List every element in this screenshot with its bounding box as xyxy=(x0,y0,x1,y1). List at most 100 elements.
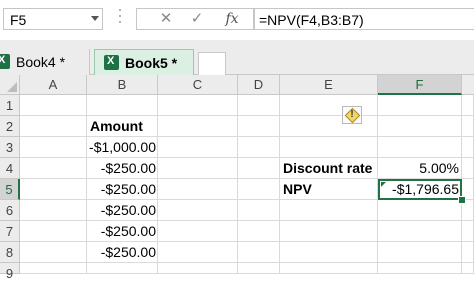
grid-cell[interactable] xyxy=(20,221,87,242)
row-header-7[interactable]: 7 xyxy=(0,221,20,242)
grid-cell[interactable] xyxy=(158,95,238,116)
grid-cell[interactable] xyxy=(238,95,280,116)
column-header-d[interactable]: D xyxy=(238,75,280,95)
row-header-1[interactable]: 1 xyxy=(0,95,20,116)
cell-b3[interactable]: -$1,000.00 xyxy=(88,137,156,158)
grid-cell[interactable] xyxy=(378,200,462,221)
grid-cell[interactable] xyxy=(238,200,280,221)
cell-f4[interactable]: 5.00% xyxy=(379,158,459,179)
grid-cell[interactable] xyxy=(280,95,378,116)
row-header-2[interactable]: 2 xyxy=(0,116,20,137)
cell-b8[interactable]: -$250.00 xyxy=(88,242,156,263)
grid-cell[interactable] xyxy=(238,242,280,263)
grid-cell[interactable] xyxy=(462,221,474,242)
excel-icon xyxy=(104,55,119,70)
new-tab-button[interactable] xyxy=(198,52,226,75)
cell-b7[interactable]: -$250.00 xyxy=(88,221,156,242)
cell-b5[interactable]: -$250.00 xyxy=(88,179,156,200)
grid-cell[interactable] xyxy=(378,242,462,263)
grid-cell[interactable] xyxy=(238,116,280,137)
formula-bar-splitter[interactable] xyxy=(118,9,122,29)
grid-cell[interactable] xyxy=(158,137,238,158)
grid-cell[interactable] xyxy=(87,95,158,116)
grid-cell[interactable] xyxy=(20,242,87,263)
grid-cell[interactable] xyxy=(462,242,474,263)
row-header-8[interactable]: 8 xyxy=(0,242,20,263)
column-header-b[interactable]: B xyxy=(87,75,158,95)
grid-cell[interactable] xyxy=(238,221,280,242)
cancel-icon[interactable]: ✕ xyxy=(151,9,181,29)
formula-buttons: ✕ ✓ fx xyxy=(136,8,254,30)
grid-cell[interactable] xyxy=(20,263,87,274)
grid-cell[interactable] xyxy=(20,116,87,137)
cell-f5[interactable]: -$1,796.65 xyxy=(380,179,459,200)
grid-cell[interactable] xyxy=(280,200,378,221)
grid-cell[interactable] xyxy=(378,137,462,158)
cell-e4[interactable]: Discount rate xyxy=(283,158,372,179)
grid-cell[interactable] xyxy=(238,263,280,274)
grid-cell[interactable] xyxy=(20,158,87,179)
grid-cell[interactable] xyxy=(462,137,474,158)
row-header-5[interactable]: 5 xyxy=(0,179,20,200)
formula-input[interactable]: =NPV(F4,B3:B7) xyxy=(254,8,474,30)
enter-check-icon[interactable]: ✓ xyxy=(182,9,212,29)
grid-cell[interactable] xyxy=(20,95,87,116)
cell-b4[interactable]: -$250.00 xyxy=(88,158,156,179)
select-all-button[interactable] xyxy=(0,75,20,95)
column-header-f[interactable]: F xyxy=(378,75,462,95)
tab-label: Book5 * xyxy=(125,55,178,71)
grid-cell[interactable] xyxy=(280,263,378,274)
row-header-9[interactable]: 9 xyxy=(0,263,20,281)
workbook-tab-strip: Book4 * Book5 * xyxy=(0,40,474,75)
grid-cell[interactable] xyxy=(158,116,238,137)
tab-label: Book4 * xyxy=(16,54,66,70)
row-header-6[interactable]: 6 xyxy=(0,200,20,221)
grid-cell[interactable] xyxy=(20,137,87,158)
grid-cell[interactable] xyxy=(280,221,378,242)
grid-cell[interactable] xyxy=(462,158,474,179)
formula-text: =NPV(F4,B3:B7) xyxy=(259,12,364,28)
tab-book4[interactable]: Book4 * xyxy=(0,49,90,75)
grid-cell[interactable] xyxy=(158,242,238,263)
formula-bar: F5 ✕ ✓ fx =NPV(F4,B3:B7) xyxy=(0,0,474,41)
row-header-3[interactable]: 3 xyxy=(0,137,20,158)
grid-cell[interactable] xyxy=(158,200,238,221)
grid-cell[interactable] xyxy=(280,137,378,158)
grid-cell[interactable] xyxy=(462,116,474,137)
excel-icon xyxy=(0,54,10,69)
warning-icon[interactable]: ! xyxy=(342,106,362,124)
column-header-c[interactable]: C xyxy=(158,75,238,95)
column-header-g[interactable] xyxy=(462,75,474,95)
chevron-down-icon[interactable] xyxy=(91,16,99,21)
grid-cell[interactable] xyxy=(378,263,462,274)
grid-cell[interactable] xyxy=(280,242,378,263)
grid-cell[interactable] xyxy=(20,179,87,200)
column-header-e[interactable]: E xyxy=(280,75,378,95)
column-header-a[interactable]: A xyxy=(20,75,87,95)
grid-cell[interactable] xyxy=(280,116,378,137)
tab-book5[interactable]: Book5 * xyxy=(94,49,194,75)
grid-cell[interactable] xyxy=(238,137,280,158)
name-box-value: F5 xyxy=(10,12,27,28)
grid-cell[interactable] xyxy=(378,95,462,116)
name-box[interactable]: F5 xyxy=(3,8,103,30)
grid-cell[interactable] xyxy=(462,263,474,274)
cell-e5[interactable]: NPV xyxy=(283,179,312,200)
grid-cell[interactable] xyxy=(378,221,462,242)
cell-b2[interactable]: Amount xyxy=(90,116,143,137)
grid-cell[interactable] xyxy=(158,263,238,274)
grid-cell[interactable] xyxy=(238,158,280,179)
grid-cell[interactable] xyxy=(238,179,280,200)
grid-cell[interactable] xyxy=(158,179,238,200)
grid-cell[interactable] xyxy=(20,200,87,221)
grid-cell[interactable] xyxy=(462,95,474,116)
grid-cell[interactable] xyxy=(87,263,158,274)
insert-function-icon[interactable]: fx xyxy=(217,9,247,29)
row-header-4[interactable]: 4 xyxy=(0,158,20,179)
grid-cell[interactable] xyxy=(378,116,462,137)
fill-handle[interactable] xyxy=(458,196,466,204)
grid-cell[interactable] xyxy=(158,158,238,179)
worksheet-grid: A B C D E F 1 2 3 4 5 6 7 8 9 Amount -$1… xyxy=(0,75,474,281)
grid-cell[interactable] xyxy=(158,221,238,242)
cell-b6[interactable]: -$250.00 xyxy=(88,200,156,221)
